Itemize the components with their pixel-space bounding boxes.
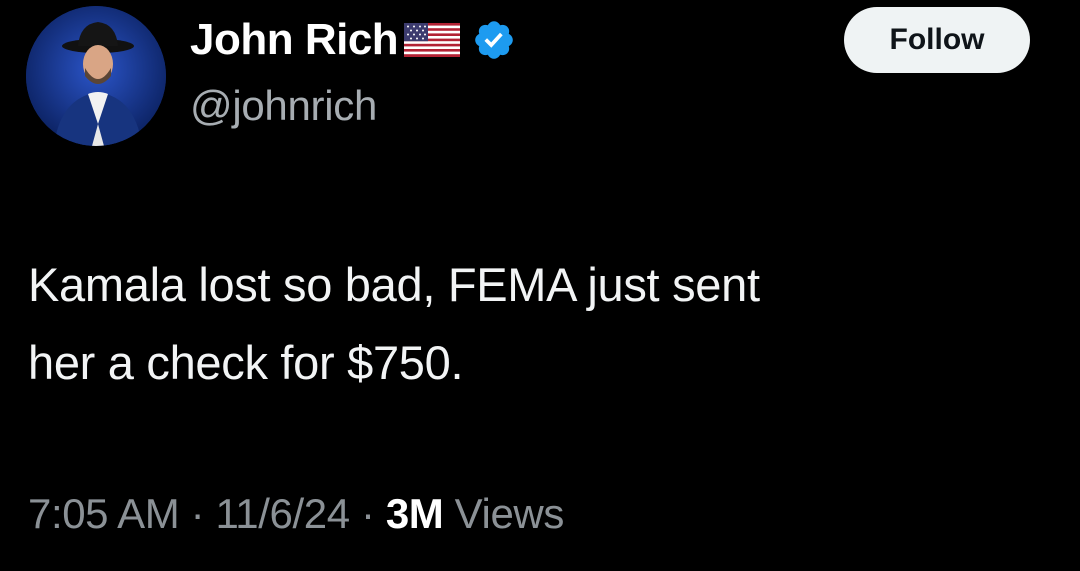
tweet-text-line: Kamala lost so bad, FEMA just sent (28, 258, 760, 311)
author-display-name[interactable]: John Rich (190, 15, 399, 65)
tweet-text: Kamala lost so bad, FEMA just sent her a… (28, 246, 1048, 402)
meta-separator: · (190, 490, 205, 537)
views-count[interactable]: 3M (386, 490, 444, 537)
tweet-meta: 7:05 AM · 11/6/24 · 3M Views (28, 490, 564, 538)
us-flag-icon (404, 22, 461, 62)
name-row: John Rich (190, 12, 516, 68)
verified-badge-icon[interactable] (472, 18, 516, 67)
meta-separator: · (360, 490, 375, 537)
tweet-date[interactable]: 11/6/24 (215, 490, 350, 537)
author-handle[interactable]: @johnrich (190, 82, 516, 130)
tweet-time[interactable]: 7:05 AM (28, 490, 180, 537)
avatar-image (26, 6, 166, 146)
tweet-header: John Rich @johnrich (190, 12, 516, 130)
views-label: Views (454, 490, 565, 537)
follow-button[interactable]: Follow (844, 7, 1030, 73)
tweet-card: John Rich @johnrich Follow Kamala lost s… (0, 0, 1080, 571)
avatar[interactable] (26, 6, 166, 146)
tweet-text-line: her a check for $750. (28, 336, 464, 389)
